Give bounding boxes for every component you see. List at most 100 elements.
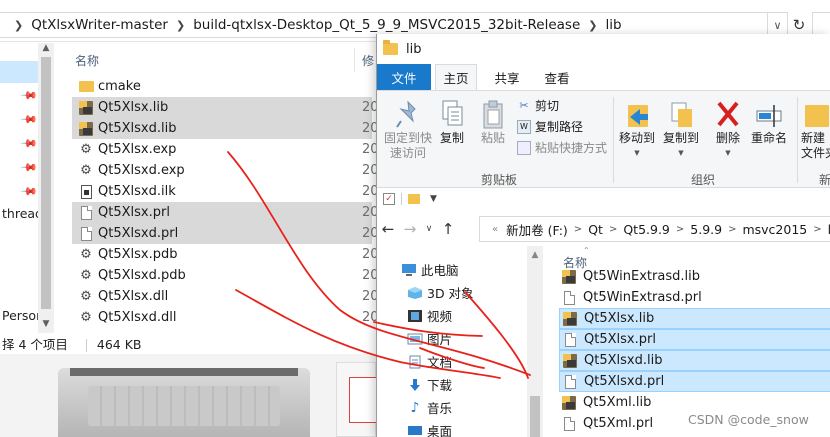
navigation-bar: ← → ∨ ↑ « 新加卷 (F:) > Qt > Qt5.9.9 > 5.9.… [377, 212, 830, 246]
breadcrumb-item[interactable]: 新加卷 (F:) [506, 220, 568, 239]
background-nav-scrollbar[interactable]: ▲ ▼ [38, 43, 54, 333]
breadcrumb-item[interactable]: msvc2015 [742, 222, 807, 237]
nav-item-music[interactable]: ♪ 音乐 [407, 398, 452, 417]
overflow-chevron-icon[interactable]: « [492, 224, 498, 235]
customize-qat-chevron-icon[interactable]: ▼ [430, 194, 437, 204]
breadcrumb-chevron-icon: > [813, 223, 822, 235]
cut-button[interactable]: ✂ 剪切 [517, 97, 559, 114]
library-file-icon-glyph [79, 100, 93, 115]
status-selected-size: 464 KB [96, 337, 142, 352]
tab-home[interactable]: 主页 [435, 64, 477, 90]
music-icon: ♪ [410, 399, 420, 416]
file-row[interactable]: ⚙ Qt5Xlsxd.dll 20 [72, 307, 378, 328]
copy-path-button[interactable]: W 复制路径 [517, 118, 583, 135]
breadcrumb-item[interactable]: Qt [588, 222, 603, 237]
file-row[interactable]: Qt5Xlsx.lib 20 [72, 97, 379, 118]
file-row[interactable]: Qt5Xml.lib [559, 392, 830, 413]
file-row[interactable]: Qt5Xlsxd.lib [559, 350, 830, 371]
up-arrow-icon[interactable]: ↑ [437, 220, 459, 238]
properties-checkbox-icon[interactable]: ✓ [383, 193, 395, 205]
rename-label: 重命名 [750, 131, 787, 145]
nav-item-desktop[interactable]: 桌面 [407, 421, 452, 437]
file-name: Qt5Xml.lib [583, 395, 652, 410]
column-name-header[interactable]: 名称 [75, 52, 99, 69]
scroll-down-icon[interactable]: ▼ [38, 319, 54, 329]
nav-label: 文档 [427, 355, 453, 370]
ribbon-home: 固定到快 速访问 复制 粘贴 ✂ 剪切 W 复制路径 粘贴快捷方式 剪贴板 移动… [377, 90, 830, 188]
tab-file[interactable]: 文件 [377, 64, 431, 90]
front-nav-scrollbar[interactable]: ▲ [527, 246, 543, 437]
file-row[interactable]: Qt5WinExtrasd.lib [559, 266, 830, 287]
copy-to-button[interactable]: 复制到 ▼ [661, 99, 701, 161]
nav-item-this-pc[interactable]: 此电脑 [401, 260, 459, 279]
library-file-icon [561, 269, 577, 285]
move-to-button[interactable]: 移动到 ▼ [617, 99, 657, 161]
breadcrumb-chevron-icon: > [675, 223, 685, 235]
breadcrumb-chevron-icon: ❯ [175, 18, 186, 32]
nav-item-3d-objects[interactable]: 3D 对象 [407, 283, 474, 302]
breadcrumb-item[interactable]: build-qtxlsx-Desktop_Qt_5_9_9_MSVC2015_3… [193, 17, 580, 33]
file-row[interactable]: Qt5Xlsxd.lib 20 [72, 118, 379, 139]
file-row[interactable]: Qt5Xlsxd.ilk 20 [72, 181, 379, 202]
scroll-up-icon[interactable]: ▲ [527, 250, 543, 260]
folder-icon[interactable] [408, 194, 420, 204]
new-folder-button[interactable]: 新建 文件夹 [801, 99, 830, 161]
laptop-keyboard [88, 386, 280, 426]
column-divider[interactable] [354, 48, 355, 72]
tab-view[interactable]: 查看 [539, 64, 575, 90]
computer-icon [401, 263, 417, 277]
back-arrow-icon[interactable]: ← [377, 220, 399, 238]
laptop-screen-edge [70, 368, 298, 376]
copy-to-icon [671, 102, 692, 127]
file-row[interactable]: Qt5Xlsxd.prl [559, 371, 830, 392]
recent-locations-chevron-icon[interactable]: ∨ [421, 224, 437, 234]
file-row[interactable]: Qt5Xlsx.lib [559, 308, 830, 329]
delete-button[interactable]: 删除 ▼ [713, 99, 743, 161]
file-row[interactable]: ⚙ Qt5Xlsx.dll 20 [72, 286, 378, 307]
file-row[interactable]: ⚙ Qt5Xlsx.pdb 20 [72, 244, 378, 265]
copy-button[interactable]: 复制 [437, 99, 467, 146]
address-bar[interactable]: « 新加卷 (F:) > Qt > Qt5.9.9 > 5.9.9 > msvc… [479, 216, 830, 242]
scrollbar-thumb[interactable] [41, 57, 51, 309]
folder-icon [78, 79, 94, 95]
nav-item-documents[interactable]: 文档 [407, 352, 452, 371]
breadcrumb-item[interactable]: lib [605, 17, 621, 33]
breadcrumb-item[interactable]: Qt5.9.9 [623, 222, 670, 237]
column-modified-header[interactable]: 修 [362, 52, 374, 69]
file-row[interactable]: ⚙ Qt5Xlsx.exp 20 [72, 139, 378, 160]
nav-item-downloads[interactable]: 下载 [407, 375, 452, 394]
text-file-icon [78, 205, 94, 221]
file-name: Qt5Xml.prl [583, 416, 654, 431]
tab-share[interactable]: 共享 [489, 64, 525, 90]
file-row[interactable]: cmake [72, 76, 372, 97]
picture-icon [407, 332, 423, 346]
nav-item-thread[interactable]: thread [2, 206, 43, 221]
paste-button[interactable]: 粘贴 [475, 99, 511, 146]
file-row[interactable]: Qt5Xlsx.prl 20 [72, 202, 379, 223]
paste-shortcut-button[interactable]: 粘贴快捷方式 [517, 139, 607, 156]
file-row[interactable]: ⚙ Qt5Xlsxd.exp 20 [72, 160, 378, 181]
nav-label: 桌面 [427, 424, 453, 437]
rename-button[interactable]: 重命名 [747, 99, 791, 146]
pin-to-quick-access-button[interactable]: 固定到快 速访问 [381, 99, 435, 161]
clipboard-group-label: 剪贴板 [481, 173, 518, 187]
scrollbar-thumb[interactable] [530, 396, 540, 437]
file-name: Qt5Xlsxd.dll [98, 310, 177, 325]
nav-item-videos[interactable]: 视频 [407, 306, 452, 325]
nav-label: 3D 对象 [427, 286, 474, 301]
title-bar[interactable]: lib [377, 34, 830, 64]
file-row[interactable]: ⚙ Qt5Xlsxd.pdb 20 [72, 265, 378, 286]
nav-item-pictures[interactable]: 图片 [407, 329, 452, 348]
forward-arrow-icon[interactable]: → [399, 220, 421, 238]
nav-selected-item[interactable] [0, 61, 38, 83]
file-name: cmake [98, 79, 141, 94]
scroll-up-icon[interactable]: ▲ [38, 43, 54, 53]
file-row[interactable]: Qt5WinExtrasd.prl [559, 287, 830, 308]
chevron-down-icon: ▼ [678, 149, 684, 157]
file-row[interactable]: Qt5Xlsxd.prl 20 [72, 223, 379, 244]
breadcrumb-item[interactable]: QtXlsxWriter-master [31, 17, 168, 33]
gear-file-icon: ⚙ [78, 142, 94, 158]
file-row[interactable]: Qt5Xlsx.prl [559, 329, 830, 350]
pin-icon: 📌 [19, 182, 39, 201]
breadcrumb-item[interactable]: 5.9.9 [690, 222, 722, 237]
